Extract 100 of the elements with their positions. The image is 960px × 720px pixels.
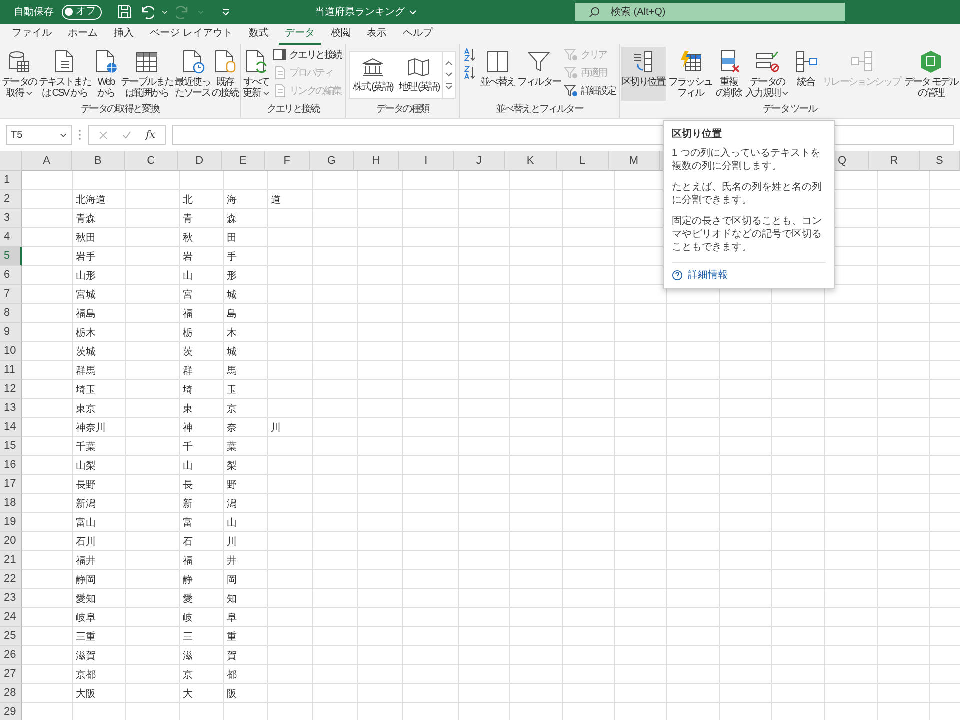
column-header[interactable]: D — [178, 151, 222, 171]
row-header[interactable]: 15 — [0, 437, 22, 456]
search-field[interactable]: 検索 (Alt+Q) — [575, 3, 845, 21]
row-header[interactable]: 6 — [0, 266, 22, 285]
undo-icon[interactable] — [140, 5, 154, 19]
table-cell-text: 島 — [226, 308, 238, 322]
ribbon-button[interactable]: データの 取得 — [1, 47, 38, 101]
data-type-button[interactable]: 地理 (英語) — [396, 52, 442, 98]
ribbon-button[interactable]: データ モデル の管理 — [903, 47, 959, 101]
name-box[interactable]: T5 — [6, 125, 72, 145]
row-header[interactable]: 25 — [0, 627, 22, 646]
caret-icon — [782, 90, 790, 96]
ribbon-button[interactable]: すべて 更新 — [242, 47, 271, 101]
ribbon-tab[interactable]: 表示 — [360, 23, 393, 45]
column-header[interactable]: I — [398, 151, 454, 171]
row-header[interactable]: 1 — [0, 171, 22, 190]
row-header[interactable]: 23 — [0, 589, 22, 608]
ribbon-button[interactable]: フラッシュ フィル — [668, 47, 714, 101]
table-cell-text: 埼 — [182, 384, 194, 398]
column-header[interactable]: L — [557, 151, 609, 171]
ribbon-button[interactable]: クエリと接続 — [272, 47, 342, 63]
ribbon-tab[interactable]: ヘルプ — [396, 23, 439, 45]
more-info-link[interactable]: 詳細情報 — [672, 262, 826, 282]
sort-button[interactable] — [463, 65, 478, 81]
customize-icon[interactable] — [222, 8, 230, 16]
row-header[interactable]: 27 — [0, 665, 22, 684]
row-header[interactable]: 4 — [0, 228, 22, 247]
table-cell-text: 賀 — [226, 650, 238, 664]
ribbon-button[interactable]: データの 入力規則 — [744, 47, 790, 101]
table-cell-text: 京都 — [75, 668, 97, 682]
insert-function-button[interactable]: fx — [146, 130, 156, 140]
table-cell-text: 山梨 — [75, 460, 97, 474]
row-header[interactable]: 14 — [0, 418, 22, 437]
row-header[interactable]: 18 — [0, 494, 22, 513]
row-header[interactable]: 9 — [0, 323, 22, 342]
row-header[interactable]: 16 — [0, 456, 22, 475]
row-header[interactable]: 3 — [0, 209, 22, 228]
row-header[interactable]: 29 — [0, 703, 22, 720]
ribbon-button[interactable]: 既存 の接続 — [211, 47, 240, 101]
column-header[interactable]: J — [454, 151, 505, 171]
row-header[interactable]: 26 — [0, 646, 22, 665]
data-type-button[interactable]: 株式 (英語) — [350, 52, 396, 98]
row-header[interactable]: 19 — [0, 513, 22, 532]
ribbon-tab[interactable]: 数式 — [242, 23, 275, 45]
table-cell-text: 潟 — [226, 498, 238, 512]
autosave-toggle[interactable]: オフ — [62, 4, 102, 20]
column-header[interactable]: C — [124, 151, 178, 171]
column-header[interactable]: G — [310, 151, 354, 171]
table-cell-text: 田 — [226, 232, 238, 246]
row-header[interactable]: 17 — [0, 475, 22, 494]
row-header[interactable]: 20 — [0, 532, 22, 551]
funnel-refresh-icon — [564, 66, 578, 80]
row-header[interactable]: 21 — [0, 551, 22, 570]
column-header[interactable]: H — [354, 151, 399, 171]
row-header[interactable]: 12 — [0, 380, 22, 399]
column-header[interactable]: F — [265, 151, 310, 171]
column-header[interactable]: R — [868, 151, 920, 171]
bank-icon — [362, 56, 384, 76]
check-icon[interactable] — [122, 130, 132, 140]
ribbon-tab[interactable]: ページ レイアウト — [144, 23, 239, 45]
column-header[interactable]: S — [920, 151, 960, 171]
row-header[interactable]: 13 — [0, 399, 22, 418]
ribbon-button[interactable]: 重複 の削除 — [714, 47, 743, 101]
table-cell-text: 道 — [270, 194, 282, 208]
row-header[interactable]: 10 — [0, 342, 22, 361]
ribbon-button[interactable]: フィルター — [516, 47, 562, 101]
save-icon[interactable] — [118, 5, 132, 19]
row-header[interactable]: 5 — [0, 247, 22, 266]
table-cell-text: 手 — [226, 250, 238, 264]
row-header[interactable]: 28 — [0, 684, 22, 703]
row-header[interactable]: 11 — [0, 361, 22, 380]
row-header[interactable]: 24 — [0, 608, 22, 627]
ribbon-tab[interactable]: 校閲 — [324, 23, 357, 45]
ribbon-button[interactable]: テキストまた は CSV から — [38, 47, 92, 101]
row-header[interactable]: 8 — [0, 304, 22, 323]
tooltip-title: 区切り位置 — [672, 128, 723, 141]
ribbon-button[interactable]: Web から — [92, 47, 120, 101]
ribbon-button[interactable]: 詳細設定 — [564, 83, 616, 99]
ribbon-button[interactable]: 最近使っ たソース — [174, 47, 212, 101]
ribbon-tab[interactable]: ファイル — [6, 23, 58, 45]
gallery-scroll-icon[interactable] — [443, 51, 456, 99]
column-header[interactable]: E — [222, 151, 266, 171]
row-header[interactable]: 22 — [0, 570, 22, 589]
ribbon-button[interactable]: テーブルまた は範囲から — [120, 47, 174, 101]
ribbon-button[interactable]: 統合 — [792, 47, 820, 101]
column-header[interactable]: A — [22, 151, 72, 171]
sort-button[interactable] — [463, 47, 478, 63]
properties-icon — [272, 66, 287, 80]
row-header[interactable]: 2 — [0, 190, 22, 209]
ribbon-tab[interactable]: ホーム — [62, 23, 104, 45]
column-header[interactable]: B — [72, 151, 125, 171]
sort-ascending-icon — [463, 48, 478, 62]
ribbon-button[interactable]: 並べ替え — [479, 47, 516, 101]
table-cell-text: 神 — [182, 422, 194, 436]
row-header[interactable]: 7 — [0, 285, 22, 304]
ribbon-button[interactable]: 区切り位置 — [620, 47, 666, 101]
column-header[interactable]: K — [504, 151, 558, 171]
column-header[interactable]: M — [608, 151, 660, 171]
ribbon-tab[interactable]: 挿入 — [108, 23, 140, 45]
table-cell-text: 都 — [226, 668, 238, 682]
